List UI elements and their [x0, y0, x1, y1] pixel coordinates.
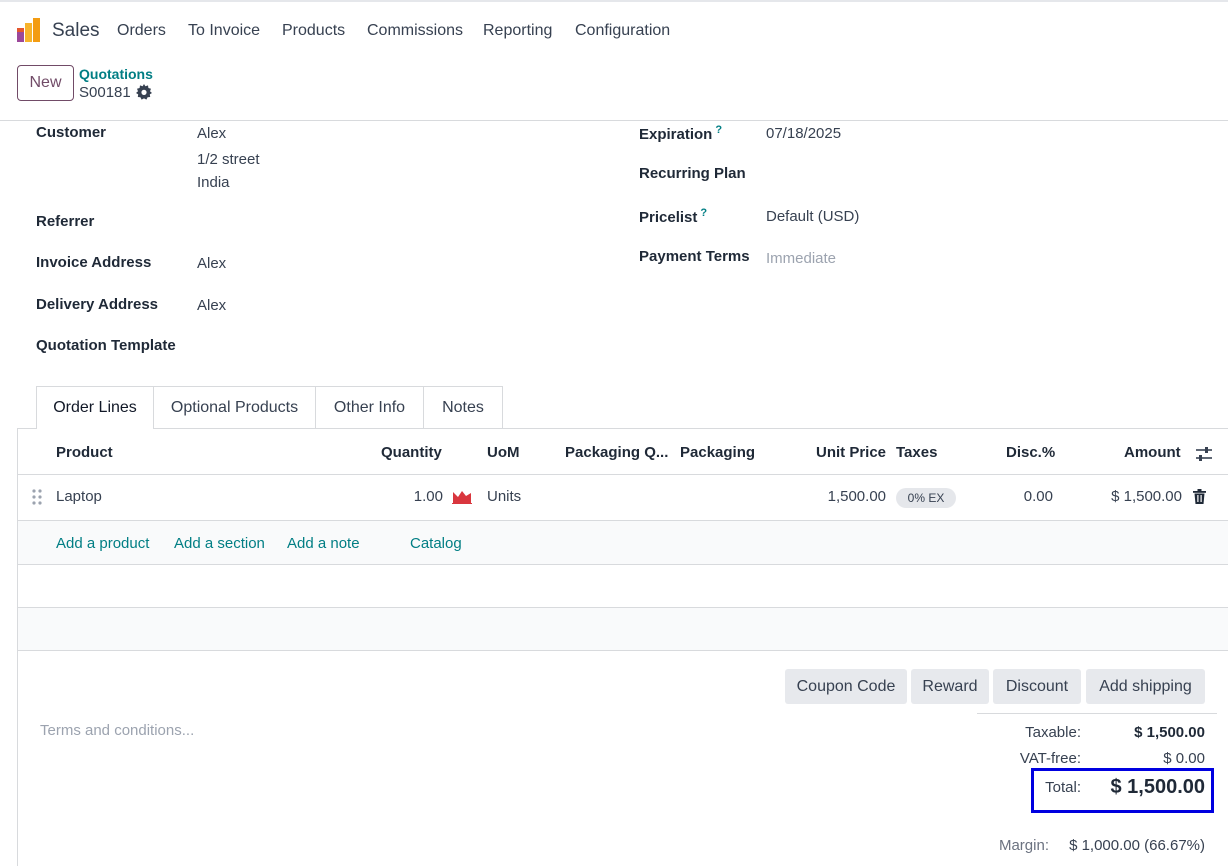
pricelist-field[interactable]: Default (USD)	[766, 208, 859, 225]
tab-notes[interactable]: Notes	[424, 386, 503, 429]
invoice-address-field[interactable]: Alex	[197, 255, 226, 272]
pricelist-label: Pricelist?	[639, 207, 708, 226]
customer-label: Customer	[36, 124, 107, 141]
row-uom[interactable]: Units	[487, 488, 521, 505]
menu-orders[interactable]: Orders	[117, 22, 166, 40]
add-shipping-button[interactable]: Add shipping	[1086, 669, 1205, 704]
col-unit-price[interactable]: Unit Price	[816, 444, 886, 461]
row-product[interactable]: Laptop	[56, 488, 102, 505]
payment-terms-label: Payment Terms	[639, 248, 750, 265]
menu-configuration[interactable]: Configuration	[575, 22, 670, 40]
menu-commissions[interactable]: Commissions	[367, 22, 463, 40]
vat-free-label: VAT-free:	[1019, 750, 1081, 767]
expiration-help-icon[interactable]: ?	[715, 124, 722, 136]
row-unit-price[interactable]: 1,500.00	[790, 488, 886, 505]
invoice-address-label: Invoice Address	[36, 254, 152, 271]
discount-button[interactable]: Discount	[993, 669, 1081, 704]
quotation-template-label: Quotation Template	[36, 337, 176, 354]
optional-columns-icon[interactable]	[1195, 446, 1213, 462]
tab-optional-products[interactable]: Optional Products	[154, 386, 316, 429]
top-navbar: Sales Orders To Invoice Products Commiss…	[0, 0, 1228, 60]
expiration-field[interactable]: 07/18/2025	[766, 125, 841, 142]
tax-badge[interactable]: 0% EX	[896, 488, 956, 508]
referrer-label: Referrer	[36, 213, 95, 230]
tab-divider	[18, 428, 1228, 429]
row-disc[interactable]: 0.00	[990, 488, 1053, 505]
col-taxes[interactable]: Taxes	[896, 444, 937, 461]
taxable-value: $ 1,500.00	[1134, 724, 1205, 741]
drag-handle-icon[interactable]	[32, 489, 42, 505]
menu-products[interactable]: Products	[282, 22, 345, 40]
breadcrumb-quotations[interactable]: Quotations	[79, 66, 153, 82]
col-uom[interactable]: UoM	[487, 444, 520, 461]
customer-name[interactable]: Alex	[197, 125, 226, 142]
menu-reporting[interactable]: Reporting	[483, 22, 552, 40]
recurring-plan-field[interactable]	[766, 160, 1206, 188]
margin-value: $ 1,000.00 (66.67%)	[1069, 837, 1205, 854]
col-disc[interactable]: Disc.%	[1006, 444, 1055, 461]
expiration-label: Expiration?	[639, 124, 723, 143]
forecast-chart-icon[interactable]	[452, 488, 472, 504]
recurring-plan-label: Recurring Plan	[639, 165, 746, 182]
col-product[interactable]: Product	[56, 444, 113, 461]
reward-button[interactable]: Reward	[911, 669, 989, 704]
sales-app-logo-icon[interactable]	[16, 18, 42, 44]
customer-street: 1/2 street	[197, 151, 260, 168]
new-button[interactable]: New	[17, 65, 74, 101]
row-amount: $ 1,500.00	[1111, 488, 1182, 505]
referrer-field[interactable]	[197, 208, 577, 236]
col-quantity[interactable]: Quantity	[381, 444, 442, 461]
row-quantity[interactable]: 1.00	[380, 488, 443, 505]
payment-terms-field[interactable]: Immediate	[766, 250, 836, 267]
quotation-template-field[interactable]	[197, 332, 577, 360]
customer-country: India	[197, 174, 230, 191]
record-name: S00181	[79, 84, 131, 101]
add-product-link[interactable]: Add a product	[56, 535, 149, 552]
app-title[interactable]: Sales	[52, 20, 100, 42]
tab-other-info[interactable]: Other Info	[316, 386, 424, 429]
delivery-address-field[interactable]: Alex	[197, 297, 226, 314]
trash-icon[interactable]	[1193, 489, 1206, 504]
vat-free-value: $ 0.00	[1163, 750, 1205, 767]
total-value: $ 1,500.00	[1110, 776, 1205, 798]
col-packaging-qty[interactable]: Packaging Q...	[565, 444, 668, 461]
coupon-code-button[interactable]: Coupon Code	[785, 669, 907, 704]
control-panel: New Quotations S00181	[0, 60, 1228, 121]
margin-label: Margin:	[998, 837, 1049, 854]
taxable-label: Taxable:	[1025, 724, 1081, 741]
add-section-link[interactable]: Add a section	[174, 535, 265, 552]
gear-icon[interactable]	[136, 84, 152, 100]
terms-input[interactable]: Terms and conditions...	[40, 722, 194, 739]
delivery-address-label: Delivery Address	[36, 296, 159, 313]
tab-order-lines[interactable]: Order Lines	[36, 386, 154, 429]
pricelist-help-icon[interactable]: ?	[700, 207, 707, 219]
col-packaging[interactable]: Packaging	[680, 444, 755, 461]
col-amount[interactable]: Amount	[1124, 444, 1181, 461]
add-note-link[interactable]: Add a note	[287, 535, 360, 552]
menu-to-invoice[interactable]: To Invoice	[188, 22, 260, 40]
catalog-link[interactable]: Catalog	[410, 535, 462, 552]
